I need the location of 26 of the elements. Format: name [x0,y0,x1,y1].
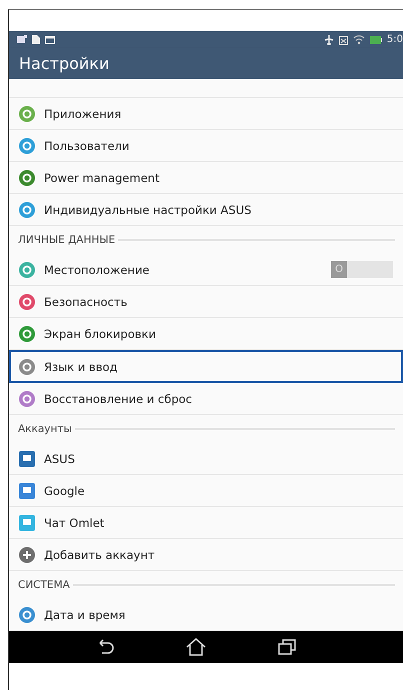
settings-item[interactable]: Чат Omlet [9,507,403,539]
wifi-icon [352,34,365,44]
settings-item[interactable]: Восстановление и сброс [9,383,403,415]
home-icon [186,638,206,656]
settings-item[interactable]: Язык и ввод [9,350,403,383]
window-icon [45,35,55,44]
recent-apps-icon [278,639,296,655]
document-icon [32,35,40,44]
settings-item[interactable]: ASUS [9,443,403,475]
settings-item[interactable]: Пользователи [9,130,403,162]
settings-item[interactable]: Power management [9,162,403,194]
settings-item[interactable]: Безопасность [9,286,403,318]
settings-item[interactable]: Местоположение O [9,254,403,286]
section-header: ЛИЧНЫЕ ДАННЫЕ [18,234,116,246]
section-header: Аккаунты [18,423,72,435]
settings-item[interactable]: Google [9,475,403,507]
settings-item[interactable]: Добавить аккаунт [9,539,403,571]
settings-item[interactable]: Приложения [9,98,403,130]
battery-icon [370,34,382,44]
airplane-icon [324,34,334,44]
screen-title: Настройки [19,54,110,73]
settings-item[interactable]: Экран блокировки [9,318,403,350]
image-icon [17,35,27,44]
section-header: СИСТЕМА [18,579,70,591]
status-time: 5:0 [386,34,403,45]
settings-item[interactable]: Индивидуальные настройки ASUS [9,194,403,226]
